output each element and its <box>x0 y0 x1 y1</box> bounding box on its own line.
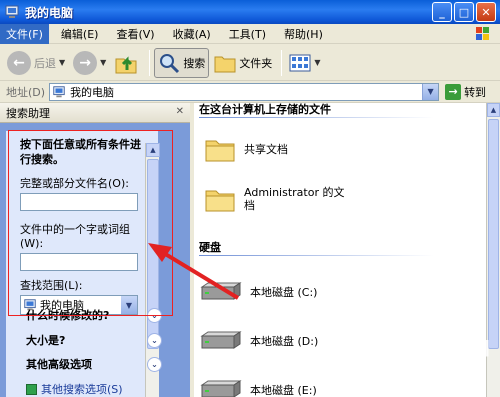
chevron-down-icon: ▼ <box>314 58 321 67</box>
scope-label: 查找范围(L): <box>20 279 83 292</box>
search-label: 搜索 <box>183 56 206 70</box>
scroll-thumb[interactable] <box>488 119 499 349</box>
option-checkbox-icon <box>26 383 37 395</box>
folder-icon <box>205 190 235 212</box>
menu-help[interactable]: 帮助(H) <box>278 24 329 44</box>
close-button[interactable]: ✕ <box>476 2 496 22</box>
window-title: 我的电脑 <box>25 5 74 20</box>
forward-button[interactable]: → ▼ <box>70 48 109 78</box>
folder-icon <box>214 56 236 72</box>
menu-favorites[interactable]: 收藏(A) <box>167 24 217 44</box>
more-search-options-label: 其他搜索选项(S) <box>41 383 123 396</box>
drive-label: 本地磁盘 (E:) <box>250 384 317 397</box>
section-hard-disks: 硬盘 <box>199 241 221 254</box>
filename-label: 完整或部分文件名(O): <box>20 177 129 190</box>
search-pane-header: 搜索助理 ✕ <box>0 103 190 123</box>
toolbar-separator <box>149 49 151 76</box>
menu-tools[interactable]: 工具(T) <box>223 24 272 44</box>
scroll-up-icon[interactable]: ▲ <box>487 103 500 117</box>
close-icon[interactable]: ✕ <box>176 106 184 117</box>
expand-chevron-icon[interactable]: ⌄ <box>147 356 162 372</box>
computer-icon <box>5 5 19 18</box>
minimize-button[interactable]: _ <box>432 2 452 22</box>
menu-bar: 文件(F) 编辑(E) 查看(V) 收藏(A) 工具(T) 帮助(H) <box>0 23 500 44</box>
windows-logo-icon <box>476 27 489 40</box>
phrase-input[interactable] <box>20 253 138 271</box>
folder-icon <box>205 140 235 162</box>
address-label: 地址(D) <box>6 85 46 99</box>
chevron-down-icon: ▼ <box>100 58 107 67</box>
more-search-options-link[interactable]: 其他搜索选项(S) <box>26 381 123 397</box>
folder-item[interactable]: Administrator 的文档 <box>204 185 354 213</box>
section-stored-files: 在这台计算机上存储的文件 <box>199 103 331 116</box>
up-folder-button[interactable] <box>111 48 143 78</box>
search-button[interactable]: 搜索 <box>154 47 210 78</box>
drive-item[interactable]: 本地磁盘 (E:) <box>200 379 317 397</box>
back-button[interactable]: ← 后退 ▼ <box>4 48 68 78</box>
drive-item[interactable]: 本地磁盘 (C:) <box>200 281 317 303</box>
content-pane: 在这台计算机上存储的文件 共享文档 Administrator 的文档 硬盘 本… <box>194 103 500 397</box>
option-label: 什么时候修改的? <box>26 309 110 322</box>
hard-disk-icon <box>200 380 242 397</box>
folders-label: 文件夹 <box>239 56 273 70</box>
up-folder-icon <box>115 55 137 73</box>
option-label: 大小是? <box>26 334 66 347</box>
toolbar-separator <box>281 49 283 76</box>
title-bar: 我的电脑 _ □ ✕ <box>0 0 500 24</box>
content-scrollbar[interactable]: ▲ <box>486 103 500 397</box>
menu-view[interactable]: 查看(V) <box>110 24 160 44</box>
go-label: 转到 <box>464 85 487 99</box>
search-instructions: 按下面任意或所有条件进行搜索。 <box>20 138 141 166</box>
search-icon <box>160 53 180 73</box>
go-button[interactable]: → 转到 <box>445 83 487 100</box>
filename-input[interactable] <box>20 193 138 211</box>
option-label: 其他高级选项 <box>26 358 92 371</box>
menu-file[interactable]: 文件(F) <box>0 23 49 44</box>
drive-label: 本地磁盘 (C:) <box>250 286 318 299</box>
expand-chevron-icon[interactable]: ⌄ <box>147 307 162 323</box>
folder-label: Administrator 的文档 <box>244 186 345 212</box>
option-advanced[interactable]: 其他高级选项 ⌄ <box>26 356 162 372</box>
folder-label: 共享文档 <box>244 142 288 156</box>
back-label: 后退 <box>34 56 56 70</box>
option-size[interactable]: 大小是? ⌄ <box>26 332 162 348</box>
address-bar: 地址(D) 我的电脑 ▼ → 转到 <box>0 81 500 103</box>
maximize-button[interactable]: □ <box>454 2 474 22</box>
section-divider <box>199 117 434 118</box>
back-arrow-icon: ← <box>7 50 31 75</box>
views-button[interactable]: ▼ <box>286 48 323 78</box>
option-when-modified[interactable]: 什么时候修改的? ⌄ <box>26 307 162 323</box>
toolbar: ← 后退 ▼ → ▼ 搜索 文件夹 ▼ <box>0 45 500 81</box>
forward-arrow-icon: → <box>73 50 98 75</box>
address-dropdown-icon[interactable]: ▼ <box>422 83 439 100</box>
expand-chevron-icon[interactable]: ⌄ <box>147 332 162 348</box>
scroll-up-icon[interactable]: ▲ <box>146 143 160 157</box>
go-arrow-icon: → <box>445 83 462 100</box>
search-pane: 搜索助理 ✕ 按下面任意或所有条件进行搜索。 完整或部分文件名(O): 文件中的… <box>0 103 190 397</box>
section-divider <box>199 255 434 256</box>
hard-disk-icon <box>200 331 242 349</box>
hard-disk-icon <box>200 282 242 300</box>
drive-label: 本地磁盘 (D:) <box>250 335 319 348</box>
computer-icon <box>53 85 65 97</box>
menu-edit[interactable]: 编辑(E) <box>55 24 105 44</box>
phrase-label: 文件中的一个字或词组(W): <box>20 223 130 250</box>
address-value: 我的电脑 <box>70 85 115 99</box>
drive-item[interactable]: 本地磁盘 (D:) <box>200 330 318 352</box>
folders-button[interactable]: 文件夹 <box>211 48 275 78</box>
chevron-down-icon: ▼ <box>59 58 66 67</box>
views-grid-icon <box>289 54 311 71</box>
folder-item[interactable]: 共享文档 <box>204 135 354 163</box>
address-input[interactable]: 我的电脑 ▼ <box>49 82 440 101</box>
search-pane-title: 搜索助理 <box>6 106 50 120</box>
